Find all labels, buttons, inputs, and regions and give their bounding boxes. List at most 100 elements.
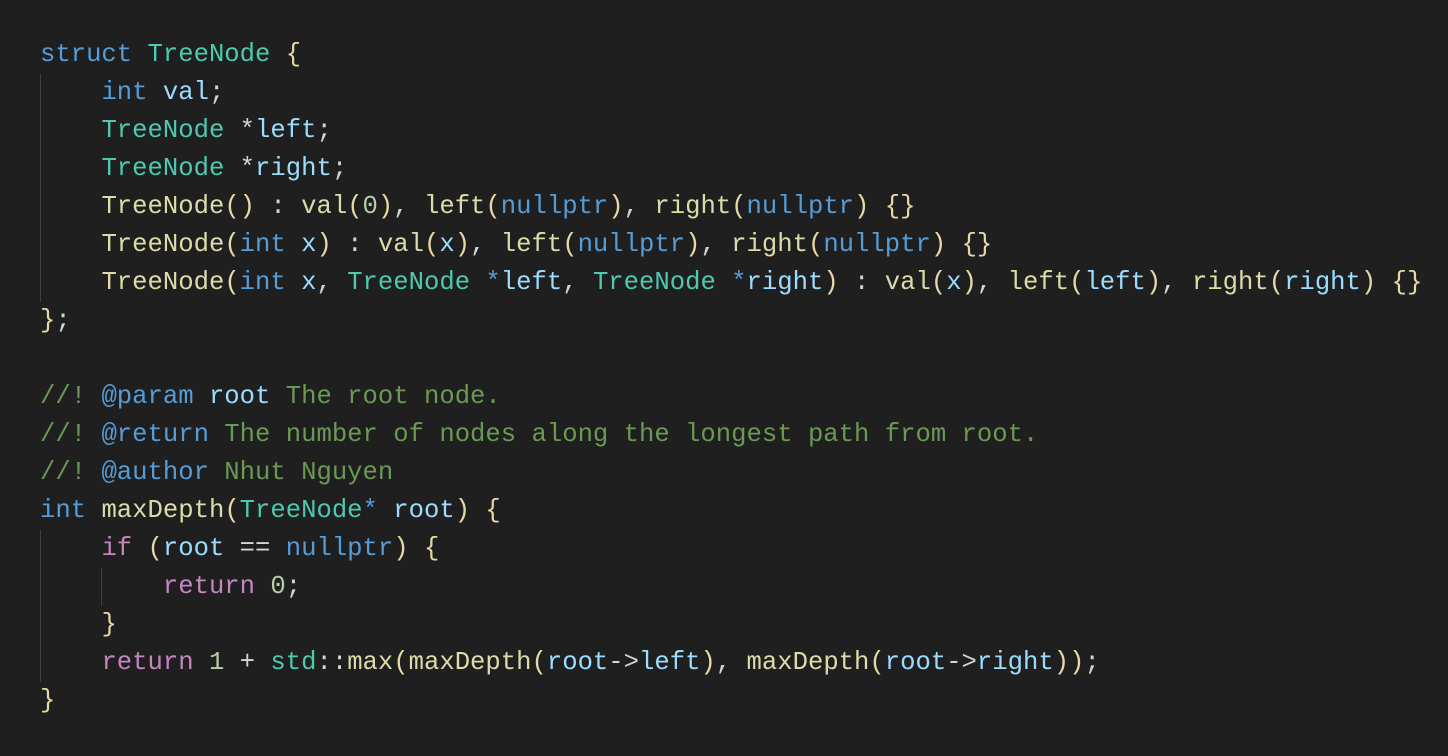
punctuation-token: : [255, 192, 302, 221]
code-editor[interactable]: struct TreeNode { int val; TreeNode *lef… [40, 36, 1422, 720]
keyword-token: * [715, 268, 747, 297]
punctuation-token [1376, 268, 1391, 297]
punctuation-token: , [976, 268, 1008, 297]
bracket-token: {} [884, 192, 916, 221]
indent-guide [40, 188, 41, 226]
bracket-token: ) [930, 230, 947, 259]
code-line: return 1 + std::max(maxDepth(root->left)… [40, 644, 1422, 682]
comment-token: The number of nodes along the longest pa… [208, 420, 1039, 449]
function-name-token: max [347, 648, 394, 677]
punctuation-token: : [838, 268, 885, 297]
punctuation-token: , [393, 192, 424, 221]
bracket-token: {} [1391, 268, 1423, 297]
bracket-token: ( [869, 648, 885, 677]
punctuation-token: :: [316, 648, 348, 677]
variable-token: left [500, 268, 563, 297]
control-keyword-token: return [101, 648, 194, 677]
variable-token: x [301, 230, 317, 259]
bracket-token: ) [608, 192, 624, 221]
indent-guide [40, 530, 41, 568]
punctuation-token: ; [55, 306, 71, 335]
punctuation-token [286, 268, 301, 297]
bracket-token: ( [147, 534, 163, 563]
function-name-token: left [1007, 268, 1070, 297]
punctuation-token: == [224, 534, 286, 563]
bracket-token: } [40, 306, 56, 335]
comment-token [194, 382, 209, 411]
bracket-token: ( [224, 230, 240, 259]
function-name-token: maxDepth [746, 648, 870, 677]
comment-token: The root node. [270, 382, 501, 411]
code-line: //! @author Nhut Nguyen [40, 454, 1422, 492]
bracket-token: ) [1145, 268, 1162, 297]
punctuation-token: * [224, 116, 256, 145]
bracket-token: ( [224, 496, 240, 525]
punctuation-token: ; [208, 78, 225, 107]
bracket-token: ( [1268, 268, 1285, 297]
variable-token: left [1084, 268, 1146, 297]
type-name-token: TreeNode [592, 268, 716, 297]
code-line: }; [40, 302, 1422, 340]
punctuation-token [378, 496, 393, 525]
keyword-token: nullptr [500, 192, 609, 221]
keyword-token: int [101, 78, 148, 107]
bracket-token: ( [393, 648, 409, 677]
indent-guide [40, 568, 41, 606]
punctuation-token: , [316, 268, 348, 297]
comment-token: //! [40, 382, 102, 411]
punctuation-token: ; [285, 572, 302, 601]
bracket-token: ( [807, 230, 824, 259]
code-line: TreeNode(int x, TreeNode *left, TreeNode… [40, 264, 1422, 302]
code-line: } [40, 606, 1422, 644]
keyword-token: int [239, 230, 286, 259]
bracket-token: ( [562, 230, 578, 259]
type-name-token: TreeNode [147, 40, 271, 69]
doc-tag-token: @return [101, 420, 209, 449]
indent-guide [40, 644, 41, 682]
code-line: TreeNode() : val(0), left(nullptr), righ… [40, 188, 1422, 226]
variable-token: right [1284, 268, 1361, 297]
bracket-token: { [485, 496, 501, 525]
punctuation-token: , [1161, 268, 1192, 297]
punctuation-token [194, 648, 209, 677]
code-line: int maxDepth(TreeNode* root) { [40, 492, 1422, 530]
punctuation-token [132, 534, 147, 563]
comment-token: Nhut Nguyen [208, 458, 394, 487]
code-line: //! @return The number of nodes along th… [40, 416, 1422, 454]
bracket-token: ) [685, 230, 701, 259]
code-line: //! @param root The root node. [40, 378, 1422, 416]
bracket-token: } [101, 610, 117, 639]
keyword-token: int [239, 268, 286, 297]
type-name-token: std [270, 648, 317, 677]
variable-token: val [162, 78, 209, 107]
keyword-token: nullptr [823, 230, 931, 259]
function-name-token: val [884, 268, 931, 297]
bracket-token: ) [454, 230, 471, 259]
punctuation-token [270, 40, 285, 69]
keyword-token: * [362, 496, 378, 525]
variable-token: root [208, 382, 271, 411]
keyword-token: nullptr [746, 192, 855, 221]
bracket-token: ) [454, 496, 471, 525]
function-name-token: val [301, 192, 348, 221]
punctuation-token: , [715, 648, 747, 677]
bracket-token: ) [700, 648, 716, 677]
variable-token: x [946, 268, 962, 297]
bracket-token: ) [961, 268, 977, 297]
variable-token: root [546, 648, 609, 677]
bracket-token: ) [377, 192, 394, 221]
punctuation-token: ; [316, 116, 332, 145]
indent-guide [101, 568, 103, 606]
type-name-token: TreeNode [101, 116, 225, 145]
code-line: int val; [40, 74, 1422, 112]
function-name-token: right [1191, 268, 1269, 297]
bracket-token: ( [1069, 268, 1085, 297]
punctuation-token: ; [1084, 648, 1100, 677]
punctuation-token: , [470, 230, 501, 259]
bracket-token: () [224, 192, 256, 221]
punctuation-token: -> [608, 648, 640, 677]
bracket-token: { [285, 40, 302, 69]
type-name-token: TreeNode [239, 496, 363, 525]
variable-token: left [639, 648, 701, 677]
variable-token: x [301, 268, 317, 297]
